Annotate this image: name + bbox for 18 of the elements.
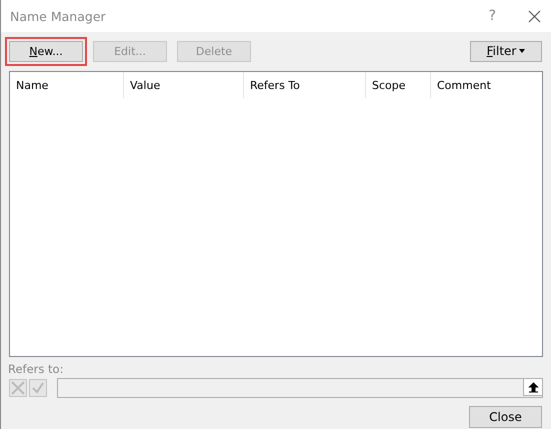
column-header[interactable]: Comment: [431, 72, 542, 98]
window-title: Name Manager: [10, 8, 107, 24]
help-button[interactable]: ?: [488, 8, 496, 24]
close-icon[interactable]: [528, 10, 541, 22]
toolbar-button[interactable]: New...: [9, 40, 83, 62]
column-header[interactable]: Name: [10, 72, 124, 98]
names-list[interactable]: Name Value Refers To Scope Comment: [9, 71, 543, 357]
filter-button[interactable]: Filter: [470, 40, 542, 62]
column-header[interactable]: Refers To: [244, 72, 366, 98]
caret-icon: [519, 49, 526, 53]
collapse-dialog-button[interactable]: [523, 378, 543, 396]
refers-to-label: Refers to:: [8, 362, 64, 376]
upload-arrow-icon: [528, 382, 538, 392]
column-header[interactable]: Value: [124, 72, 244, 98]
close-button[interactable]: Close: [469, 406, 542, 428]
cancel-icon[interactable]: [9, 379, 27, 397]
check-icon[interactable]: [29, 379, 47, 397]
column-header[interactable]: Scope: [366, 72, 431, 98]
